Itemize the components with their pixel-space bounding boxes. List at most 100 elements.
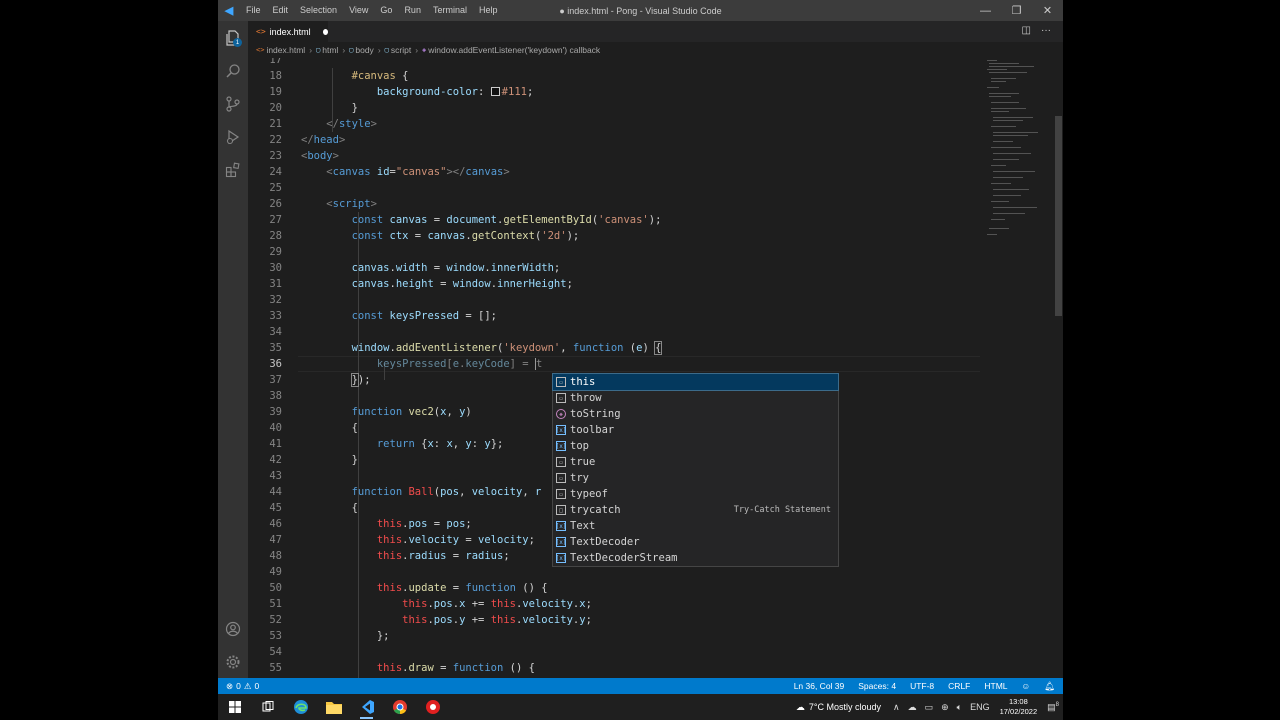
suggestion-item[interactable]: [x] top [553,438,838,454]
cursor-position[interactable]: Ln 36, Col 39 [794,681,845,691]
extensions-icon[interactable] [218,153,248,186]
problems-indicator[interactable]: ⊗ 0 ⚠ 0 [218,681,259,692]
html-file-icon: <> [256,46,265,54]
suggestion-item[interactable]: [x] Text [553,518,838,534]
element-icon: ▢ [316,46,321,54]
source-control-icon[interactable] [218,87,248,120]
notifications-bell-icon[interactable]: 🔔︎ [1044,681,1055,692]
file-explorer-icon[interactable] [317,694,350,720]
feedback-icon[interactable]: ☺ [1022,681,1031,691]
notification-center-icon[interactable]: ▤8 [1047,702,1059,713]
breadcrumb-html[interactable]: ▢ html [316,45,338,55]
code-line: 30 canvas.width = window.innerWidth; [269,262,561,274]
color-swatch[interactable] [490,87,500,96]
code-line-current: 36 keysPressed[e.keyCode] = t [269,358,543,370]
code-line: 21 </style> [269,118,377,130]
code-line: 27 const canvas = document.getElementByI… [269,214,662,226]
menu-run[interactable]: Run [398,0,427,21]
task-view-icon[interactable] [251,694,284,720]
menu-help[interactable]: Help [473,0,504,21]
breadcrumb-body[interactable]: ▢ body [349,45,374,55]
scrollbar-thumb[interactable] [1055,116,1062,316]
windows-start-icon[interactable] [218,694,251,720]
menu-go[interactable]: Go [374,0,398,21]
breadcrumb-script[interactable]: ▢ script [385,45,412,55]
vscode-taskbar-icon[interactable] [350,694,383,720]
suggestion-item[interactable]: ◈ toString [553,406,838,422]
code-editor[interactable]: 17 18 #canvas { 19 background-color: #11… [248,58,1063,678]
breadcrumb-file[interactable]: <> index.html [256,45,305,55]
warning-count: 0 [254,681,260,691]
language-mode[interactable]: HTML [984,681,1007,691]
settings-gear-icon[interactable] [218,645,248,678]
suggestion-label: trycatch [570,504,621,516]
suggestion-item[interactable]: ▭ true [553,454,838,470]
suggestion-item[interactable]: [x] TextDecoder [553,534,838,550]
variable-icon: [x] [555,521,567,531]
notification-count: 8 [1055,701,1059,708]
suggestion-item[interactable]: ▭ try [553,470,838,486]
chevron-up-icon[interactable]: ∧ [893,702,900,713]
html-file-icon: <> [256,27,266,36]
chrome-icon[interactable] [383,694,416,720]
suggestion-item[interactable]: □ trycatch Try-Catch Statement [553,502,838,518]
restore-icon[interactable]: ❐ [1001,0,1032,21]
code-line: 23 <body> [269,150,339,162]
breadcrumb: <> index.html › ▢ html › ▢ body › ▢ script ›… [248,42,1063,58]
system-tray: ☁ 7°C Mostly cloudy ∧ ☁ ▭ ⊕ 🔈︎ ENG 13:08… [796,694,1063,720]
editor-actions: ◫ ··· [1022,25,1051,36]
suggestion-label: toolbar [570,424,615,436]
volume-icon[interactable]: 🔈︎ [957,702,962,713]
vertical-scrollbar[interactable] [1053,58,1063,678]
error-count: 0 [236,681,241,691]
chevron-right-icon: › [415,45,419,55]
menu-terminal[interactable]: Terminal [427,0,473,21]
breadcrumb-callback[interactable]: ◈ window.addEventListener('keydown') call… [422,45,600,55]
explorer-icon[interactable]: 1 [218,21,248,54]
language-indicator[interactable]: ENG [970,702,990,712]
recording-app-icon[interactable] [416,694,449,720]
code-line: 53 }; [269,630,390,642]
cloud-icon: ☁ [795,701,805,712]
encoding[interactable]: UTF-8 [910,681,934,691]
menu-view[interactable]: View [343,0,374,21]
error-icon: ⊗ [226,680,234,691]
element-icon: ▢ [349,46,354,54]
close-icon[interactable]: ✕ [1032,0,1063,21]
indentation[interactable]: Spaces: 4 [858,681,896,691]
menu-file[interactable]: File [240,0,267,21]
line-ending[interactable]: CRLF [948,681,970,691]
cloud-sync-icon[interactable]: ☁ [908,702,917,713]
breadcrumb-script-label: script [390,45,412,55]
suggestion-item[interactable]: ▭ this [552,373,839,391]
snippet-icon: □ [556,505,566,515]
network-icon[interactable]: ⊕ [941,702,949,713]
suggestion-item[interactable]: ▭ throw [553,390,838,406]
more-actions-icon[interactable]: ··· [1041,25,1051,36]
suggestion-item[interactable]: [x] toolbar [553,422,838,438]
autocomplete-suggestions[interactable]: ▭ this ▭ throw ◈ toString [x] toolbar [x] top… [552,373,839,567]
breadcrumb-html-label: html [322,45,339,55]
unsaved-dot-icon[interactable] [322,28,328,35]
search-icon[interactable] [218,54,248,87]
suggestion-item[interactable]: [x] TextDecoderStream [553,550,838,566]
tab-index-html[interactable]: <> index.html [248,21,328,42]
title-bar: ◀ File Edit Selection View Go Run Termin… [218,0,1063,21]
run-debug-icon[interactable] [218,120,248,153]
minimize-icon[interactable]: — [970,0,1001,21]
suggestion-item[interactable]: ▭ typeof [553,486,838,502]
minimap[interactable] [983,58,1058,678]
menu-edit[interactable]: Edit [267,0,295,21]
suggestion-label: true [570,456,596,468]
account-icon[interactable] [218,612,248,645]
suggestion-label: try [570,472,589,484]
menu-selection[interactable]: Selection [294,0,343,21]
edge-browser-icon[interactable] [284,694,317,720]
tab-label: index.html [269,26,311,37]
vscode-logo-icon: ◀ [224,5,234,17]
display-icon[interactable]: ▭ [925,702,934,713]
split-editor-icon[interactable]: ◫ [1022,25,1031,36]
code-line: 26 <script> [269,198,377,210]
weather-widget[interactable]: ☁ 7°C Mostly cloudy [796,702,881,713]
clock[interactable]: 13:08 17/02/2022 [1000,697,1038,717]
